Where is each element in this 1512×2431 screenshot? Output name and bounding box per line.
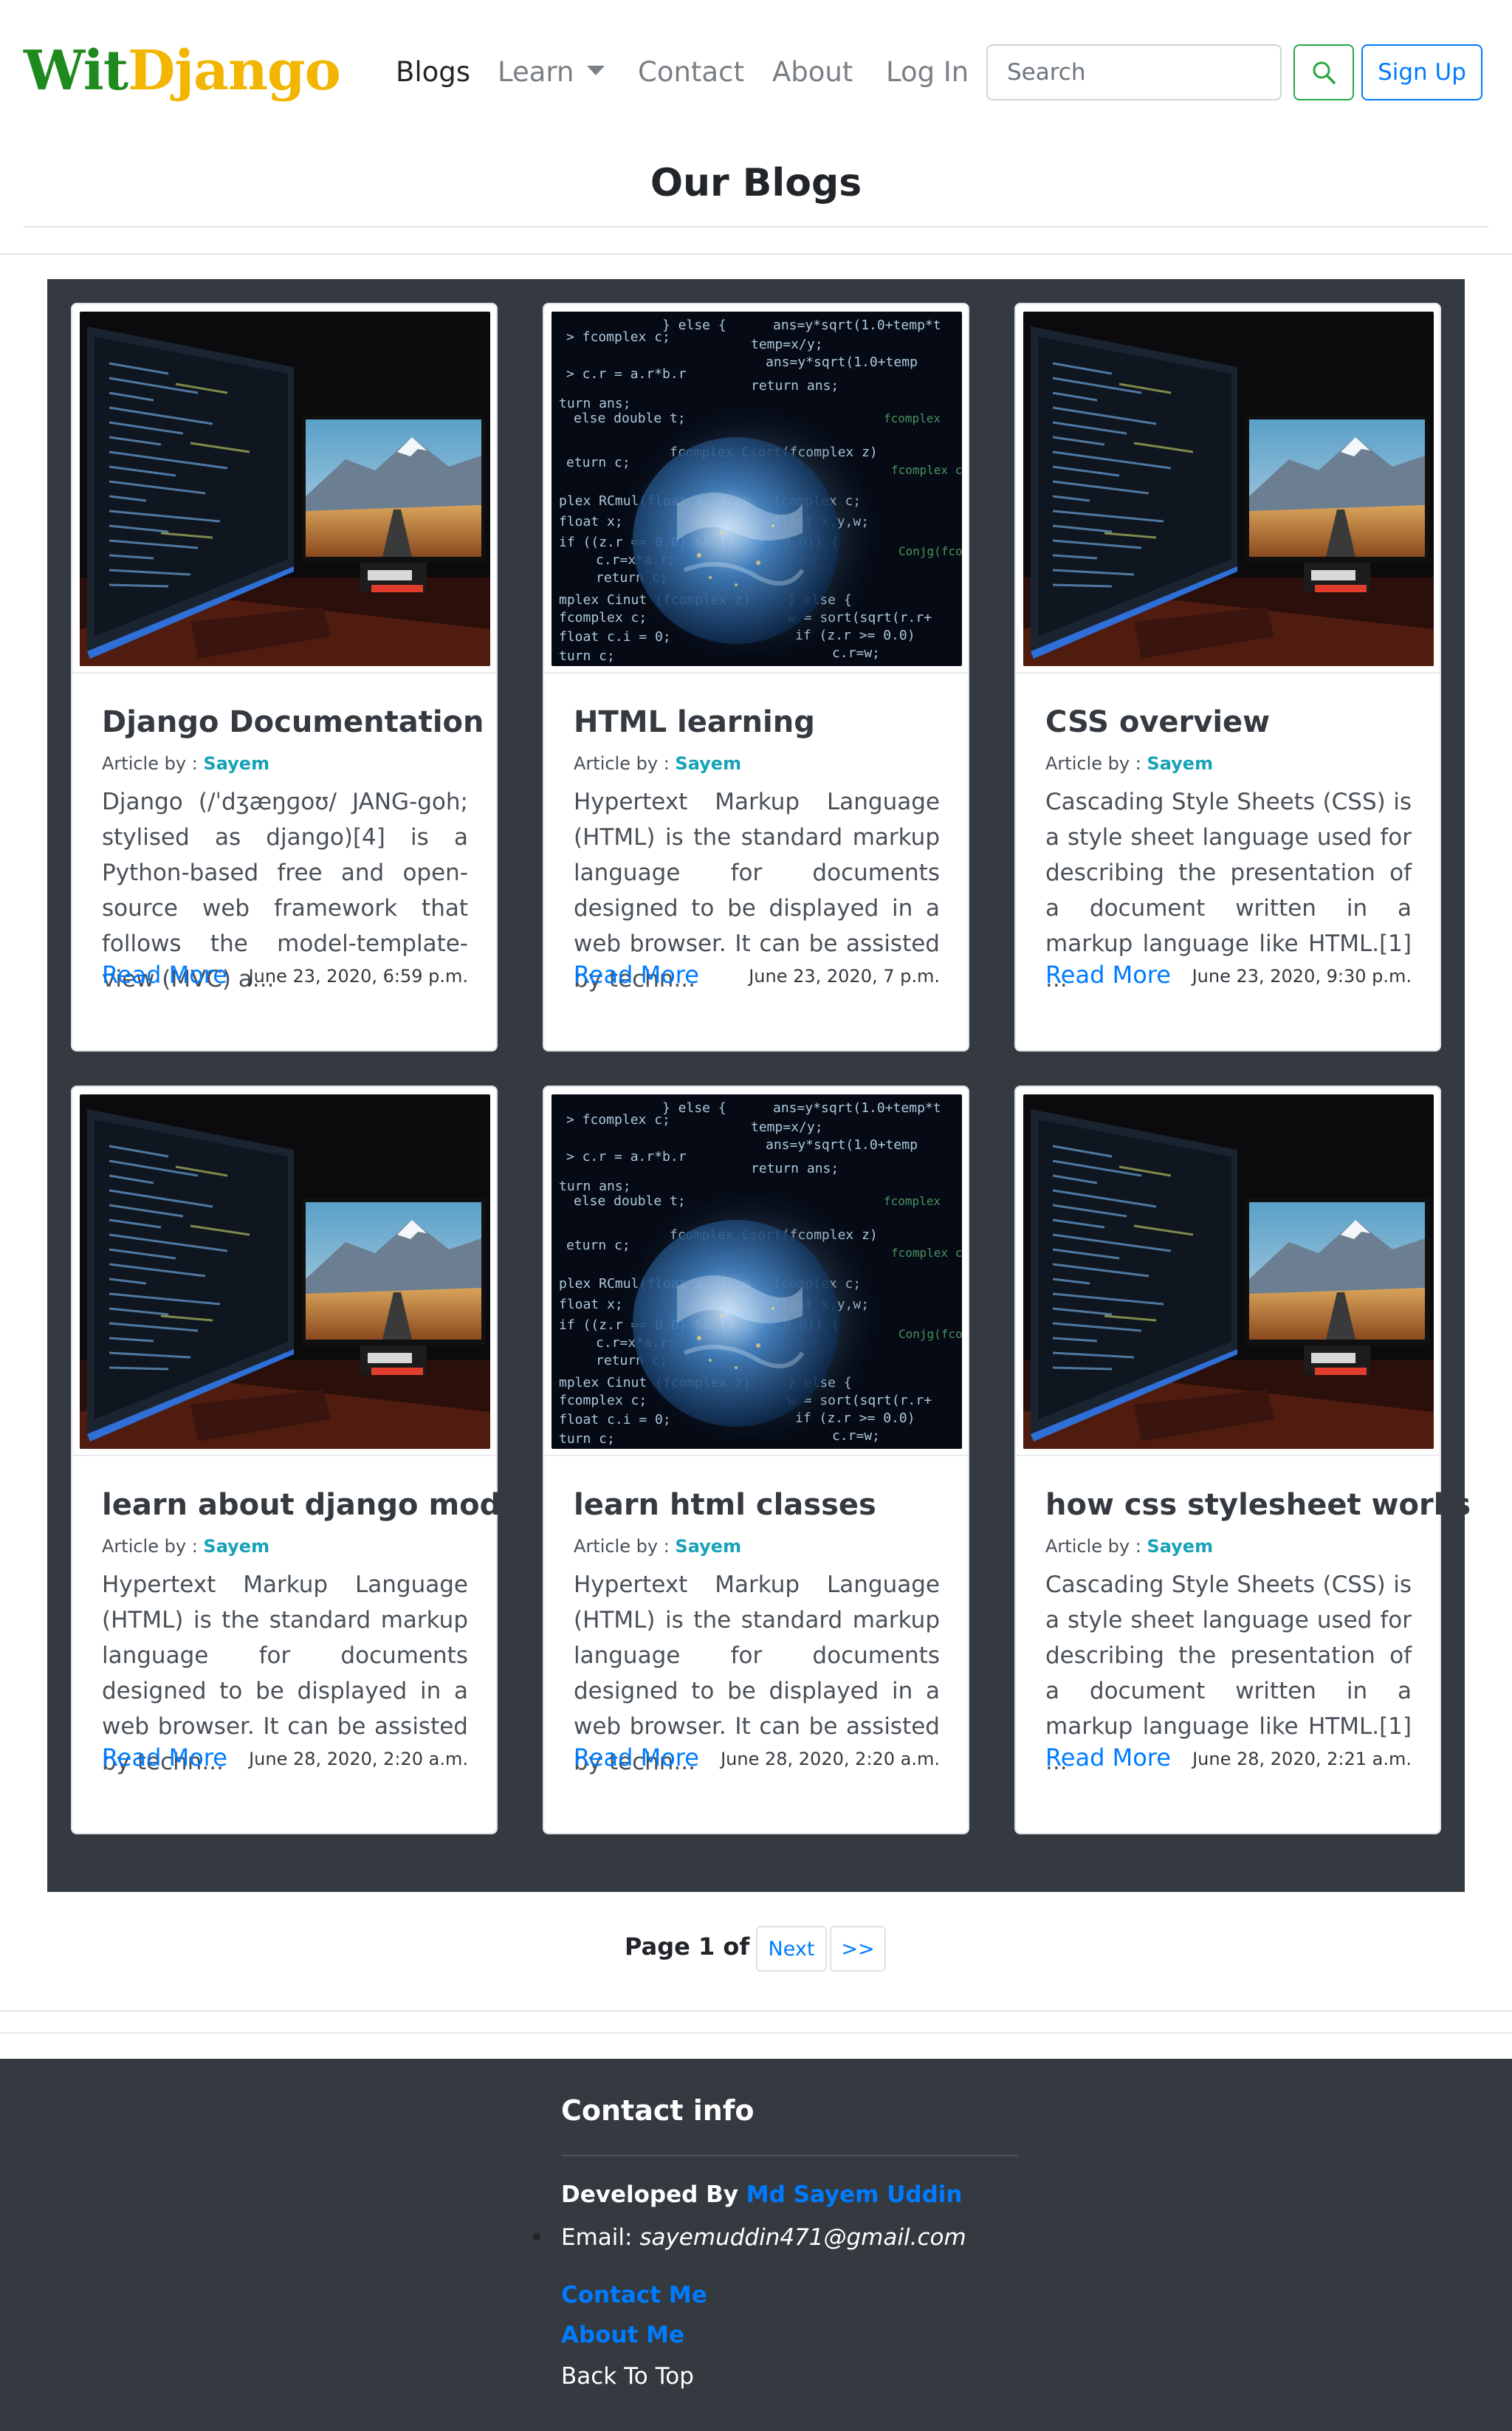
card-byline: Article by : Sayem: [1045, 752, 1213, 775]
byline-prefix: Article by :: [574, 1536, 670, 1557]
byline-prefix: Article by :: [1045, 1536, 1141, 1557]
card-title: CSS overview: [1045, 705, 1271, 739]
card-date: June 23, 2020, 6:59 p.m.: [248, 966, 468, 987]
developer-name-link[interactable]: Md Sayem Uddin: [746, 2181, 963, 2208]
card-title: learn about django models: [102, 1488, 549, 1522]
nav-item-login[interactable]: Log In: [886, 50, 969, 95]
pagination-next-button[interactable]: Next: [756, 1926, 827, 1972]
blog-card-image[interactable]: [1023, 312, 1434, 666]
footer: Contact info Developed By Md Sayem Uddin…: [0, 2059, 1512, 2431]
card-author: Sayem: [675, 1536, 742, 1557]
card-date: June 23, 2020, 7 p.m.: [749, 966, 940, 987]
byline-prefix: Article by :: [574, 753, 670, 774]
about-me-link[interactable]: About Me: [561, 2317, 684, 2353]
card-byline: Article by : Sayem: [102, 752, 269, 775]
contact-email: Email: sayemuddin471@gmail.com: [561, 2220, 966, 2255]
card-author: Sayem: [675, 753, 742, 774]
card-title: Django Documentation: [102, 705, 484, 739]
divider: [24, 226, 1488, 227]
developer-credit: Developed By Md Sayem Uddin: [561, 2177, 962, 2212]
page-title: Our Blogs: [650, 161, 862, 205]
read-more-link[interactable]: Read More: [1045, 959, 1171, 991]
divider: [0, 2010, 1512, 2012]
divider: [561, 2155, 1019, 2156]
card-date: June 28, 2020, 2:20 a.m.: [721, 1749, 940, 1769]
nav-item-learn-label: Learn: [498, 56, 574, 88]
blog-card-image[interactable]: [551, 312, 962, 666]
card-title: how css stylesheet works: [1045, 1488, 1471, 1522]
read-more-link[interactable]: Read More: [574, 1741, 699, 1774]
back-to-top-link[interactable]: Back To Top: [561, 2359, 694, 2394]
brand-logo[interactable]: WitDjango: [24, 35, 341, 106]
chevron-down-icon: [587, 66, 605, 75]
nav-item-learn[interactable]: Learn: [498, 50, 605, 95]
blog-card-image[interactable]: [80, 1094, 490, 1449]
card-title: HTML learning: [574, 705, 815, 739]
email-address: sayemuddin471@gmail.com: [639, 2224, 966, 2251]
blog-card-image[interactable]: [1023, 1094, 1434, 1449]
email-label: Email:: [561, 2224, 633, 2251]
card-author: Sayem: [1147, 1536, 1214, 1557]
brand-logo-part2: Django: [128, 39, 341, 103]
card-byline: Article by : Sayem: [574, 752, 741, 775]
pagination-info: Page 1 of 2: [625, 1933, 774, 1961]
signup-button[interactable]: Sign Up: [1361, 44, 1482, 100]
byline-prefix: Article by :: [102, 753, 198, 774]
byline-prefix: Article by :: [102, 1536, 198, 1557]
card-date: June 28, 2020, 2:20 a.m.: [249, 1749, 468, 1769]
search-input[interactable]: [986, 44, 1282, 100]
search-icon: [1313, 61, 1336, 84]
card-author: Sayem: [203, 753, 270, 774]
nav-item-contact[interactable]: Contact: [638, 50, 744, 95]
read-more-link[interactable]: Read More: [574, 959, 699, 991]
contact-me-link[interactable]: Contact Me: [561, 2277, 707, 2313]
card-author: Sayem: [1147, 753, 1214, 774]
blog-card: how css stylesheet works Article by : Sa…: [1014, 1086, 1471, 1834]
card-title: learn html classes: [574, 1488, 876, 1522]
divider: [0, 253, 1512, 255]
blog-card-image[interactable]: [551, 1094, 962, 1449]
read-more-link[interactable]: Read More: [102, 1741, 227, 1774]
list-bullet: [533, 2233, 540, 2240]
card-byline: Article by : Sayem: [102, 1535, 269, 1558]
card-author: Sayem: [203, 1536, 270, 1557]
blog-card: learn html classes Article by : Sayem Hy…: [543, 1086, 969, 1834]
nav-item-about[interactable]: About: [772, 50, 853, 95]
blog-card: learn about django models Article by : S…: [71, 1086, 549, 1834]
top-navbar: WitDjango Blogs Learn Contact About Log …: [0, 0, 1512, 145]
pagination-last-button[interactable]: >>: [830, 1926, 886, 1972]
byline-prefix: Article by :: [1045, 753, 1141, 774]
footer-heading: Contact info: [561, 2094, 755, 2127]
card-date: June 28, 2020, 2:21 a.m.: [1192, 1749, 1412, 1769]
blog-panel: Django Documentation Article by : Sayem …: [47, 279, 1471, 1892]
card-date: June 23, 2020, 9:30 p.m.: [1192, 966, 1412, 987]
blog-card: Django Documentation Article by : Sayem …: [71, 303, 498, 1052]
blog-card: CSS overview Article by : Sayem Cascadin…: [1014, 303, 1441, 1052]
brand-logo-part1: Wit: [24, 39, 128, 103]
developer-credit-prefix: Developed By: [561, 2181, 738, 2208]
blog-card-image[interactable]: [80, 312, 490, 666]
nav-item-blogs[interactable]: Blogs: [396, 50, 470, 95]
search-button[interactable]: [1293, 44, 1354, 100]
divider: [0, 2032, 1512, 2034]
blog-card: HTML learning Article by : Sayem Hyperte…: [543, 303, 969, 1052]
card-byline: Article by : Sayem: [574, 1535, 741, 1558]
read-more-link[interactable]: Read More: [102, 959, 227, 991]
read-more-link[interactable]: Read More: [1045, 1741, 1171, 1774]
card-byline: Article by : Sayem: [1045, 1535, 1213, 1558]
